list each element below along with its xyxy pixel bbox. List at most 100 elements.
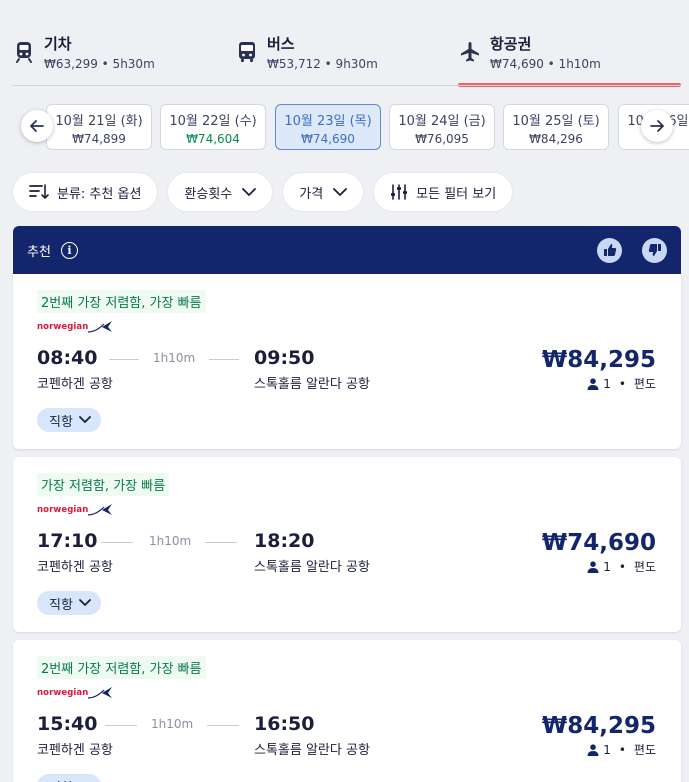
transfers-filter-button[interactable]: 환승횟수: [168, 173, 273, 211]
date-price: ₩76,095: [415, 132, 469, 146]
departure-airport: 코펜하겐 공항: [37, 743, 113, 758]
airline-logo: norwegian: [37, 501, 114, 519]
date-label: 10월 21일 (화): [55, 114, 143, 129]
date-label: 10월 24일 (금): [398, 114, 486, 129]
departure-airport: 코펜하겐 공항: [37, 377, 113, 392]
airline-name: norwegian: [37, 688, 89, 698]
arrow-right-icon: [650, 120, 664, 132]
sort-button[interactable]: 분류: 추천 옵션: [13, 173, 158, 211]
tab-bus-summary: ₩53,712 • 9h30m: [267, 57, 378, 71]
date-option[interactable]: 10월 25일 (토) ₩84,296: [503, 104, 609, 150]
date-option[interactable]: 10월 21일 (화) ₩74,899: [46, 104, 152, 150]
passenger-info: 1 • 편도: [587, 558, 656, 575]
departure-time: 08:40: [37, 347, 98, 369]
thumbs-up-icon: [603, 244, 616, 256]
departure-time: 15:40: [37, 713, 98, 735]
passenger-info: 1 • 편도: [587, 375, 656, 392]
tab-bus-label: 버스: [267, 35, 295, 53]
date-price: ₩84,296: [529, 132, 583, 146]
person-icon: [587, 743, 599, 756]
date-option[interactable]: 10월 24일 (금) ₩76,095: [389, 104, 495, 150]
arrival-airport: 스톡홀름 알란다 공항: [254, 560, 370, 575]
thumbs-up-button[interactable]: [597, 237, 622, 263]
sort-label: 분류: 추천 옵션: [57, 186, 142, 202]
sort-icon: [29, 184, 49, 200]
person-icon: [587, 377, 599, 390]
duration-line: [101, 542, 133, 543]
thumbs-down-button[interactable]: [642, 237, 667, 263]
price-filter-button[interactable]: 가격: [283, 173, 364, 211]
recommended-label: 추천: [27, 244, 51, 260]
flight-badge: 2번째 가장 저렴함, 가장 빠름: [37, 656, 206, 679]
trip-type: 편도: [633, 743, 656, 757]
duration-line: [105, 725, 137, 726]
flight-badge: 2번째 가장 저렴함, 가장 빠름: [37, 290, 206, 313]
date-carousel: 10월 21일 (화) ₩74,899 10월 22일 (수) ₩74,604 …: [0, 100, 689, 154]
stops-label: 직항: [49, 597, 73, 613]
airline-name: norwegian: [37, 505, 89, 515]
flight-price: ₩84,295: [541, 713, 656, 739]
tab-train[interactable]: 기차 ₩63,299 • 5h30m: [12, 0, 235, 86]
date-label: 10월 23일 (목): [284, 114, 372, 129]
bus-icon: [235, 40, 261, 66]
arrival-airport: 스톡홀름 알란다 공항: [254, 377, 370, 392]
sliders-icon: [390, 184, 408, 200]
filter-bar: 분류: 추천 옵션 환승횟수 가격 모든 필터 보기: [13, 173, 513, 211]
tab-flights-summary: ₩74,690 • 1h10m: [490, 57, 601, 71]
flight-price: ₩84,295: [541, 347, 656, 373]
duration-line: [109, 359, 139, 360]
person-icon: [587, 560, 599, 573]
tab-flights[interactable]: 항공권 ₩74,690 • 1h10m: [458, 0, 681, 87]
flight-duration: 1h10m: [151, 717, 194, 731]
next-dates-button[interactable]: [641, 110, 673, 142]
departure-time: 17:10: [37, 530, 98, 552]
arrival-time: 16:50: [254, 713, 315, 735]
thumbs-down-icon: [648, 244, 661, 256]
flight-duration: 1h10m: [153, 351, 196, 365]
date-price: ₩74,690: [301, 132, 355, 146]
flight-card[interactable]: 2번째 가장 저렴함, 가장 빠름 norwegian 15:40 1h10m …: [13, 640, 681, 782]
previous-dates-button[interactable]: [21, 110, 53, 142]
arrival-airport: 스톡홀름 알란다 공항: [254, 743, 370, 758]
stops-label: 직항: [49, 777, 73, 782]
duration-line: [209, 359, 239, 360]
flight-badge: 가장 저렴함, 가장 빠름: [37, 473, 170, 496]
all-filters-label: 모든 필터 보기: [416, 186, 497, 202]
date-option-selected[interactable]: 10월 23일 (목) ₩74,690: [275, 104, 381, 150]
flight-duration: 1h10m: [149, 534, 192, 548]
stops-label: 직항: [49, 414, 73, 430]
tab-train-label: 기차: [44, 35, 72, 53]
date-price: ₩74,604: [186, 132, 240, 146]
stops-toggle[interactable]: 직항: [37, 591, 101, 615]
info-icon[interactable]: i: [60, 241, 78, 259]
departure-airport: 코펜하겐 공항: [37, 560, 113, 575]
stops-toggle[interactable]: 직항: [37, 774, 101, 782]
date-price: ₩74,899: [72, 132, 126, 146]
all-filters-button[interactable]: 모든 필터 보기: [374, 173, 513, 211]
passenger-count: 1: [603, 742, 611, 757]
passenger-info: 1 • 편도: [587, 741, 656, 758]
airline-logo: norwegian: [37, 318, 114, 336]
transfers-label: 환승횟수: [184, 186, 233, 202]
price-filter-label: 가격: [299, 186, 324, 202]
chevron-down-icon: [242, 187, 257, 197]
chevron-down-icon: [79, 599, 91, 607]
chevron-down-icon: [79, 416, 91, 424]
chevron-down-icon: [333, 187, 348, 197]
flight-card[interactable]: 2번째 가장 저렴함, 가장 빠름 norwegian 08:40 1h10m …: [13, 274, 681, 449]
train-icon: [12, 40, 38, 66]
airline-name: norwegian: [37, 322, 89, 332]
duration-line: [207, 725, 239, 726]
arrival-time: 18:20: [254, 530, 315, 552]
transport-mode-tabs: 기차 ₩63,299 • 5h30m 버스 ₩53,712 • 9h30m 항공…: [0, 0, 689, 87]
flight-price: ₩74,690: [541, 530, 656, 556]
date-label: 10월 22일 (수): [169, 114, 257, 129]
passenger-count: 1: [603, 376, 611, 391]
flight-card[interactable]: 가장 저렴함, 가장 빠름 norwegian 17:10 1h10m 18:2…: [13, 457, 681, 632]
tab-train-summary: ₩63,299 • 5h30m: [44, 57, 155, 71]
trip-type: 편도: [633, 377, 656, 391]
stops-toggle[interactable]: 직항: [37, 408, 101, 432]
tab-bus[interactable]: 버스 ₩53,712 • 9h30m: [235, 0, 458, 86]
arrow-left-icon: [30, 120, 44, 132]
date-option-cheapest[interactable]: 10월 22일 (수) ₩74,604: [160, 104, 266, 150]
